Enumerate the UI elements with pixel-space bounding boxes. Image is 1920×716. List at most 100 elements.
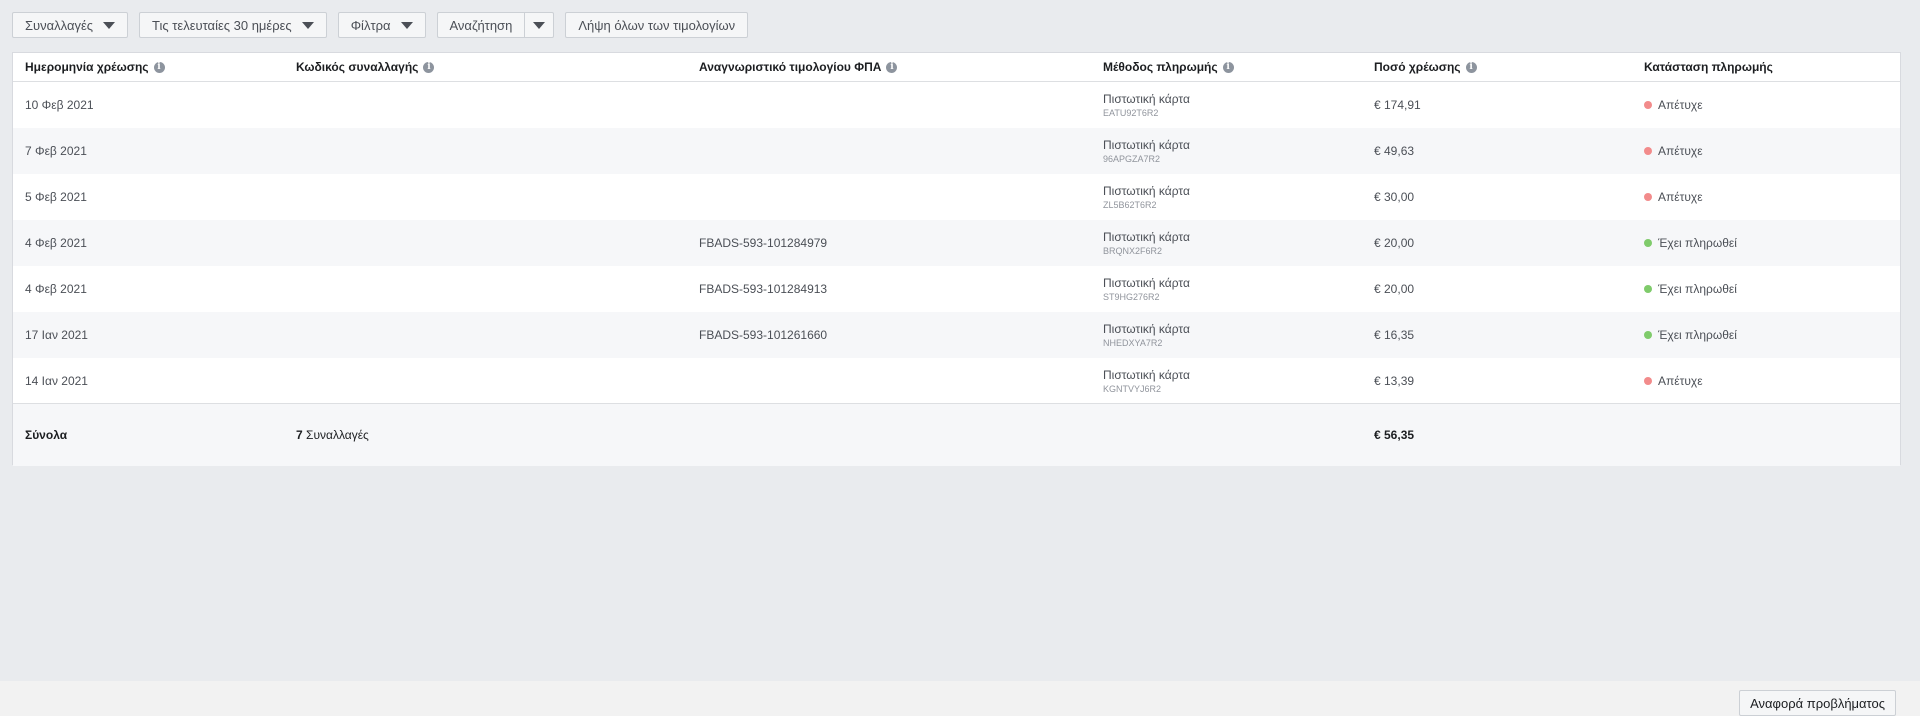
payment-method-label: Πιστωτική κάρτα — [1103, 322, 1190, 336]
status-dot-icon — [1644, 147, 1652, 155]
date-cell: 4 Φεβ 2021 — [25, 282, 87, 296]
amount-cell: € 13,39 — [1374, 374, 1415, 388]
totals-label: Σύνολα — [25, 428, 68, 442]
date-cell: 7 Φεβ 2021 — [25, 144, 87, 158]
date-cell: 14 Ιαν 2021 — [25, 374, 88, 388]
amount-cell: € 16,35 — [1374, 328, 1415, 342]
totals-count: 7 — [296, 428, 303, 442]
date-cell: 17 Ιαν 2021 — [25, 328, 88, 342]
vat-id-cell[interactable]: FBADS-593-101261660 — [699, 312, 827, 358]
table-row[interactable]: 4 Φεβ 2021 FBADS-593-101284913 Πιστωτική κ… — [13, 266, 1900, 312]
table-row[interactable]: 4 Φεβ 2021 FBADS-593-101284979 Πιστωτική κ… — [13, 220, 1900, 266]
payment-reference: BRQNX2F6R2 — [1103, 246, 1163, 256]
table-row[interactable]: 7 Φεβ 2021 Πιστωτική κάρτα 96APGZA7R2 € 49,… — [13, 128, 1900, 174]
vat-id-cell[interactable]: FBADS-593-101284913 — [699, 266, 827, 312]
table-row[interactable]: 17 Ιαν 2021 FBADS-593-101261660 Πιστωτική … — [13, 312, 1900, 358]
footer: Αναφορά προβλήματος — [0, 681, 1920, 716]
header-date[interactable]: Ημερομηνία χρέωσης i — [25, 53, 165, 81]
payment-method-cell: Πιστωτική κάρτα ZL5B62T6R2 — [1103, 174, 1190, 220]
table-row[interactable]: 10 Φεβ 2021 Πιστωτική κάρτα EATU92T6R2 € 17… — [13, 82, 1900, 128]
transactions-dropdown[interactable]: Συναλλαγές — [12, 12, 129, 38]
status-dot-icon — [1644, 101, 1652, 109]
totals-count-cell: 7 Συναλλαγές — [296, 404, 369, 466]
status-label: Απέτυχε — [1658, 190, 1703, 204]
payment-method-cell: Πιστωτική κάρτα ST9HG276R2 — [1103, 266, 1190, 312]
payment-reference: NHEDXYA7R2 — [1103, 338, 1163, 348]
payment-method-cell: Πιστωτική κάρτα BRQNX2F6R2 — [1103, 220, 1190, 266]
status-label: Έχει πληρωθεί — [1658, 282, 1737, 296]
search-options-button[interactable] — [524, 12, 555, 38]
header-status[interactable]: Κατάσταση πληρωμής — [1644, 53, 1773, 81]
toolbar: Συναλλαγές Τις τελευταίες 30 ημέρες Φίλτ… — [12, 12, 749, 38]
payment-method-label: Πιστωτική κάρτα — [1103, 368, 1190, 382]
status-label: Έχει πληρωθεί — [1658, 328, 1737, 342]
chevron-down-icon — [103, 21, 116, 29]
search-button[interactable]: Αναζήτηση — [436, 12, 525, 38]
header-date-label: Ημερομηνία χρέωσης — [25, 60, 149, 74]
payment-reference: ST9HG276R2 — [1103, 292, 1160, 302]
payment-method-cell: Πιστωτική κάρτα EATU92T6R2 — [1103, 82, 1190, 128]
header-amount[interactable]: Ποσό χρέωσης i — [1374, 53, 1477, 81]
table-row[interactable]: 14 Ιαν 2021 Πιστωτική κάρτα KGNTVYJ6R2 € 13… — [13, 358, 1900, 404]
search-label: Αναζήτηση — [449, 17, 513, 33]
info-icon[interactable]: i — [886, 61, 898, 73]
status-cell: Απέτυχε — [1644, 174, 1703, 220]
chevron-down-icon — [533, 21, 546, 29]
status-label: Έχει πληρωθεί — [1658, 236, 1737, 250]
header-vat-id[interactable]: Αναγνωριστικό τιμολογίου ΦΠΑ i — [699, 53, 898, 81]
status-cell: Απέτυχε — [1644, 358, 1703, 404]
info-icon[interactable]: i — [423, 61, 435, 73]
header-method-label: Μέθοδος πληρωμής — [1103, 60, 1218, 74]
date-range-label: Τις τελευταίες 30 ημέρες — [152, 17, 292, 33]
payment-method-cell: Πιστωτική κάρτα 96APGZA7R2 — [1103, 128, 1190, 174]
info-icon[interactable]: i — [153, 61, 165, 73]
filters-label: Φίλτρα — [350, 17, 391, 33]
payment-method-cell: Πιστωτική κάρτα NHEDXYA7R2 — [1103, 312, 1190, 358]
header-amount-label: Ποσό χρέωσης — [1374, 60, 1461, 74]
status-cell: Απέτυχε — [1644, 82, 1703, 128]
status-dot-icon — [1644, 285, 1652, 293]
totals-count-label: Συναλλαγές — [306, 428, 369, 442]
date-cell: 10 Φεβ 2021 — [25, 98, 94, 112]
payment-reference: KGNTVYJ6R2 — [1103, 384, 1162, 394]
totals-row: Σύνολα 7 Συναλλαγές € 56,35 — [13, 403, 1900, 466]
download-all-invoices-button[interactable]: Λήψη όλων των τιμολογίων — [565, 12, 749, 38]
payment-method-label: Πιστωτική κάρτα — [1103, 138, 1190, 152]
header-method[interactable]: Μέθοδος πληρωμής i — [1103, 53, 1234, 81]
amount-cell: € 174,91 — [1374, 98, 1421, 112]
table-header: Ημερομηνία χρέωσης i Κωδικός συναλλαγής i … — [13, 53, 1900, 82]
date-cell: 4 Φεβ 2021 — [25, 236, 87, 250]
filters-dropdown[interactable]: Φίλτρα — [337, 12, 426, 38]
report-problem-button[interactable]: Αναφορά προβλήματος — [1739, 690, 1896, 716]
amount-cell: € 20,00 — [1374, 282, 1415, 296]
chevron-down-icon — [301, 21, 314, 29]
transactions-table: Ημερομηνία χρέωσης i Κωδικός συναλλαγής i … — [12, 52, 1901, 466]
transactions-label: Συναλλαγές — [25, 17, 94, 33]
payment-reference: 96APGZA7R2 — [1103, 154, 1161, 164]
date-range-dropdown[interactable]: Τις τελευταίες 30 ημέρες — [139, 12, 327, 38]
status-cell: Έχει πληρωθεί — [1644, 266, 1737, 312]
payment-method-label: Πιστωτική κάρτα — [1103, 92, 1190, 106]
status-dot-icon — [1644, 239, 1652, 247]
status-label: Απέτυχε — [1658, 144, 1703, 158]
download-all-label: Λήψη όλων των τιμολογίων — [578, 17, 736, 33]
amount-cell: € 20,00 — [1374, 236, 1415, 250]
header-txn-id[interactable]: Κωδικός συναλλαγής i — [296, 53, 435, 81]
status-label: Απέτυχε — [1658, 374, 1703, 388]
status-cell: Έχει πληρωθεί — [1644, 312, 1737, 358]
info-icon[interactable]: i — [1222, 61, 1234, 73]
header-vat-id-label: Αναγνωριστικό τιμολογίου ΦΠΑ — [699, 60, 882, 74]
payment-reference: ZL5B62T6R2 — [1103, 200, 1157, 210]
payment-method-cell: Πιστωτική κάρτα KGNTVYJ6R2 — [1103, 358, 1190, 404]
status-dot-icon — [1644, 377, 1652, 385]
info-icon[interactable]: i — [1465, 61, 1477, 73]
search-split-button: Αναζήτηση — [436, 12, 555, 38]
payment-method-label: Πιστωτική κάρτα — [1103, 184, 1190, 198]
vat-id-cell[interactable]: FBADS-593-101284979 — [699, 220, 827, 266]
chevron-down-icon — [400, 21, 413, 29]
header-status-label: Κατάσταση πληρωμής — [1644, 60, 1773, 74]
totals-amount: € 56,35 — [1374, 428, 1415, 442]
date-cell: 5 Φεβ 2021 — [25, 190, 87, 204]
table-row[interactable]: 5 Φεβ 2021 Πιστωτική κάρτα ZL5B62T6R2 € 30,… — [13, 174, 1900, 220]
status-dot-icon — [1644, 331, 1652, 339]
